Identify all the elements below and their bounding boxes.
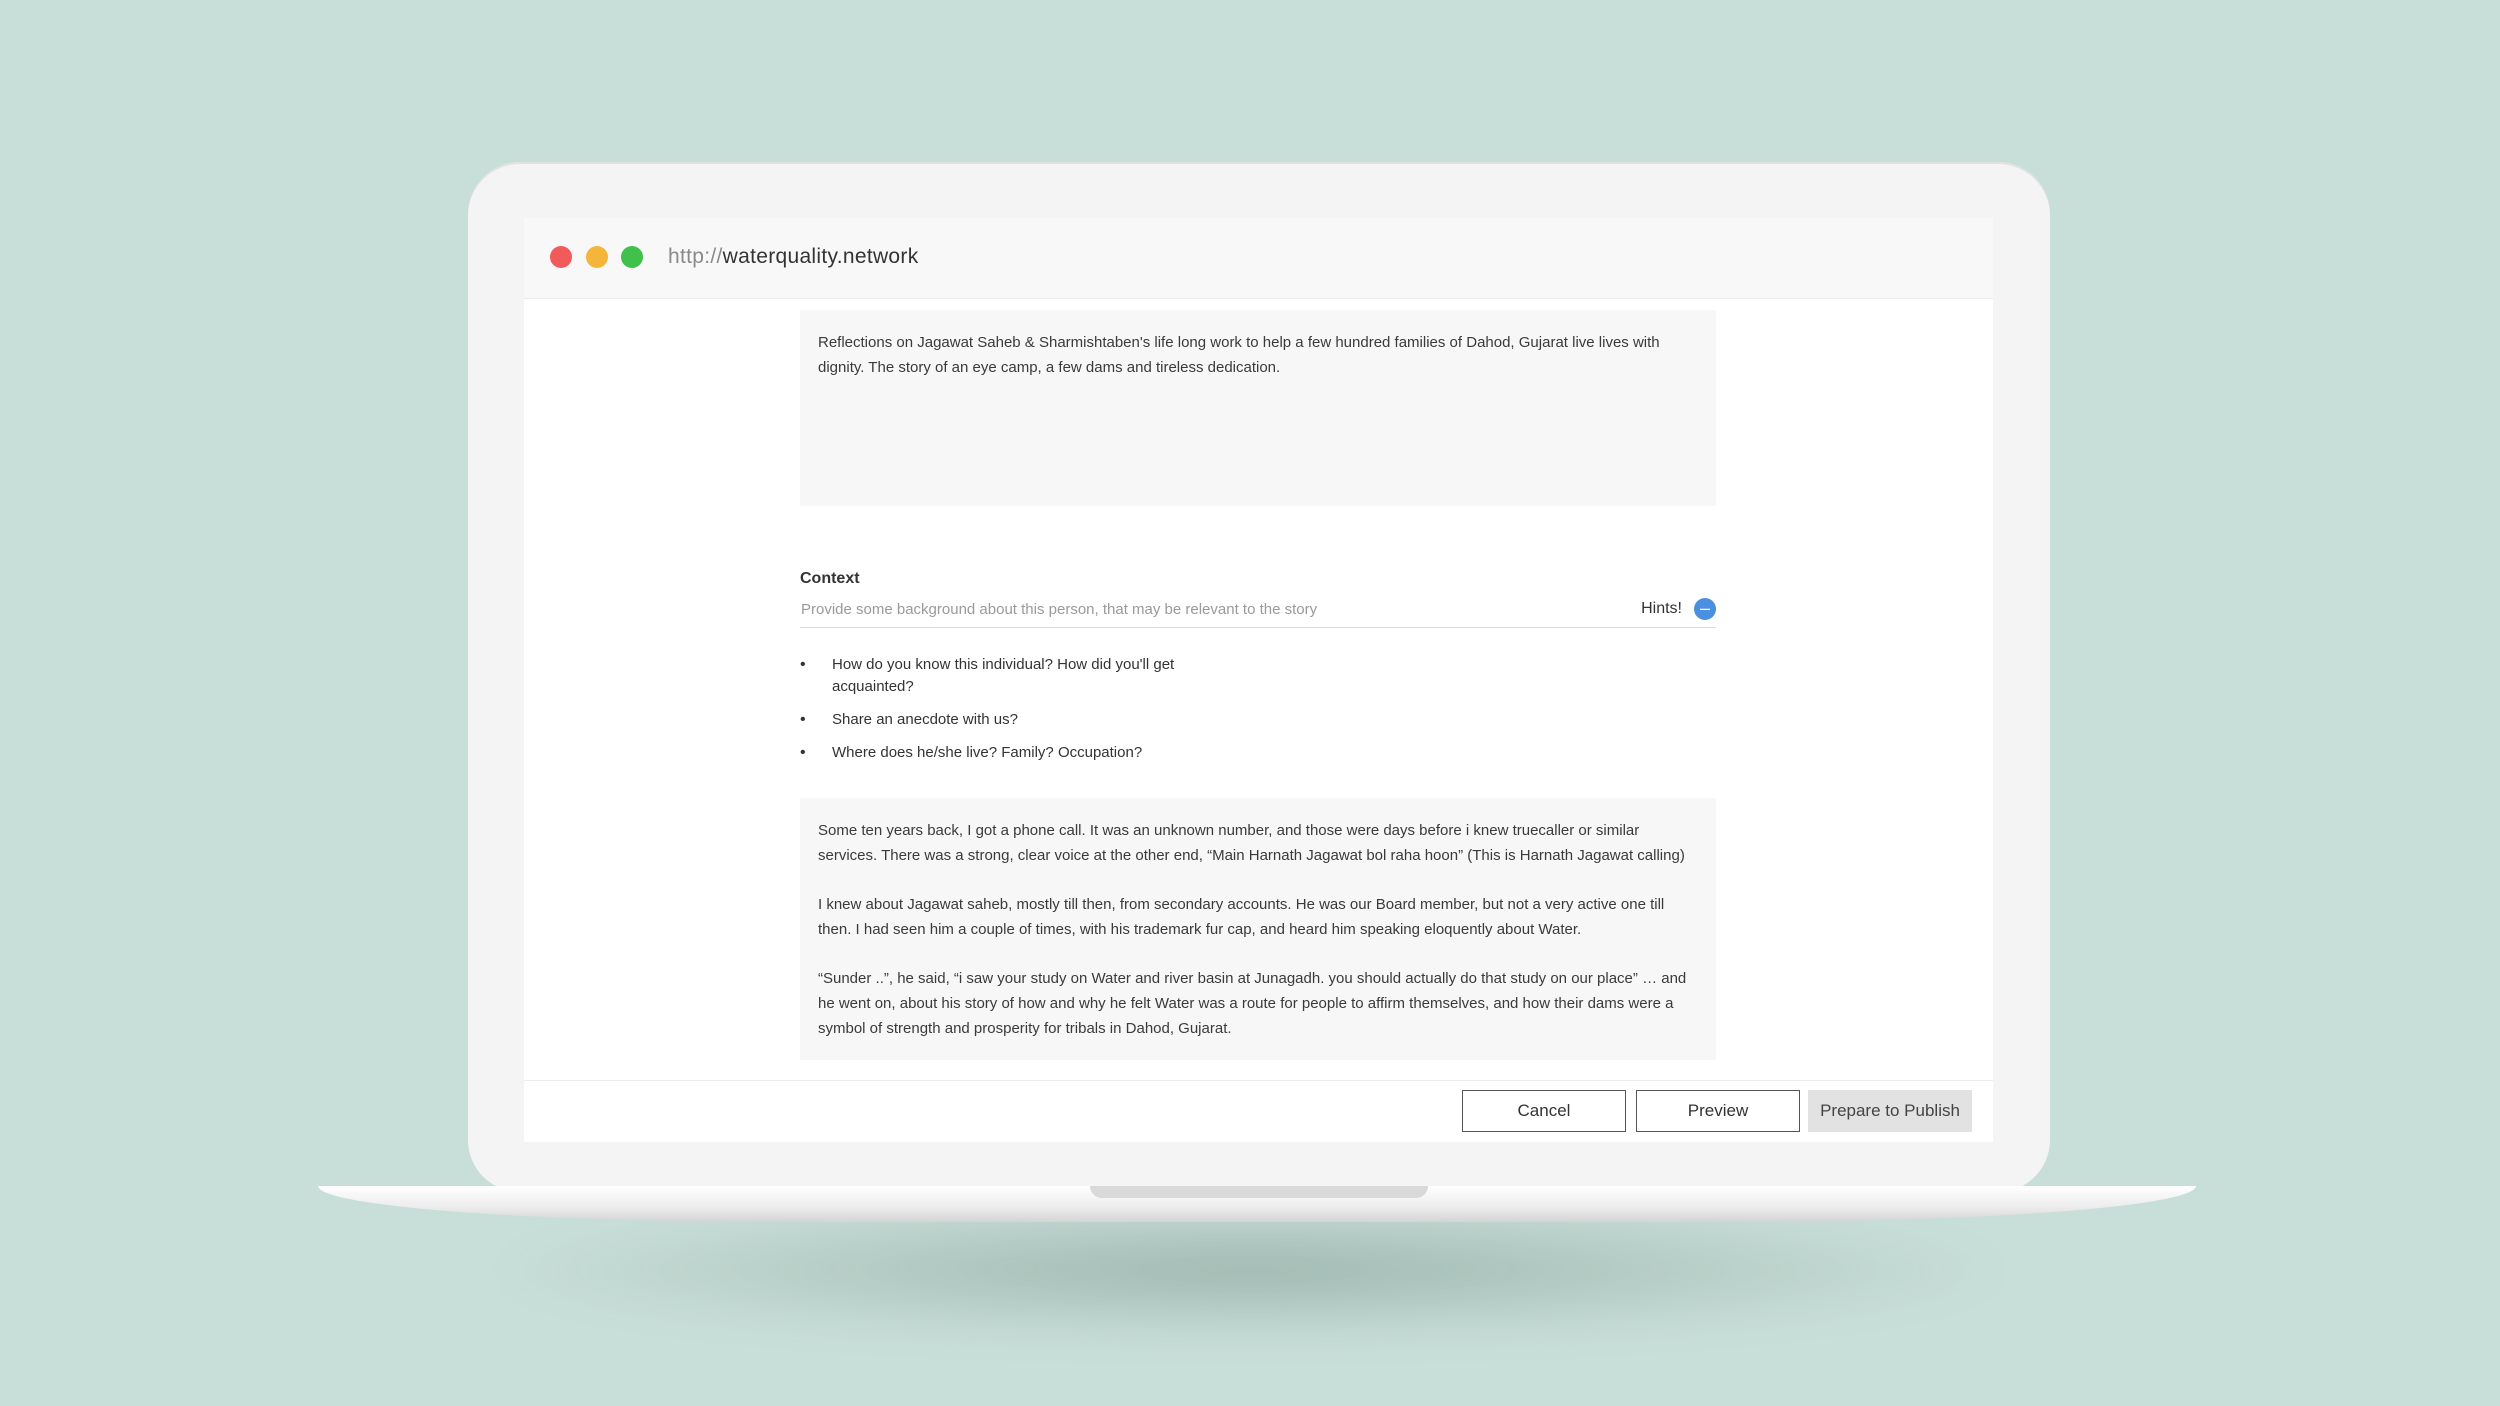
url-host: waterquality.network [722, 245, 919, 268]
story-paragraph: “Sunder ..”, he said, “i saw your study … [818, 970, 1687, 1037]
close-window-icon[interactable] [550, 246, 572, 268]
hint-item: Share an anecdote with us? [800, 709, 1240, 731]
cancel-button[interactable]: Cancel [1462, 1090, 1626, 1132]
laptop-notch [1090, 1186, 1428, 1198]
url-protocol: http:// [668, 245, 723, 268]
minimize-window-icon[interactable] [586, 246, 608, 268]
minus-circle-icon[interactable]: – [1694, 598, 1716, 620]
context-placeholder: Provide some background about this perso… [801, 601, 1318, 618]
summary-text: Reflections on Jagawat Saheb & Sharmisht… [818, 334, 1660, 376]
story-paragraph: Some ten years back, I got a phone call.… [818, 822, 1685, 864]
hints-label[interactable]: Hints! [1641, 600, 1682, 618]
story-paragraph: I knew about Jagawat saheb, mostly till … [818, 896, 1665, 938]
context-textarea[interactable]: Some ten years back, I got a phone call.… [800, 798, 1716, 1060]
story-form: Reflections on Jagawat Saheb & Sharmisht… [524, 300, 1993, 1060]
preview-button[interactable]: Preview [1636, 1090, 1800, 1132]
hints-list: How do you know this individual? How did… [800, 654, 1240, 775]
context-label: Context [800, 570, 860, 587]
hint-item: How do you know this individual? How did… [800, 654, 1240, 698]
address-bar[interactable]: http://waterquality.network [668, 245, 919, 269]
action-bar: Cancel Preview Prepare to Publish [524, 1080, 1993, 1142]
summary-textarea[interactable]: Reflections on Jagawat Saheb & Sharmisht… [800, 310, 1716, 506]
browser-window: http://waterquality.network Reflections … [524, 218, 1993, 1142]
context-field[interactable]: Provide some background about this perso… [800, 592, 1716, 628]
browser-titlebar: http://waterquality.network [524, 218, 1993, 299]
hint-item: Where does he/she live? Family? Occupati… [800, 742, 1240, 764]
prepare-to-publish-button[interactable]: Prepare to Publish [1808, 1090, 1972, 1132]
maximize-window-icon[interactable] [621, 246, 643, 268]
